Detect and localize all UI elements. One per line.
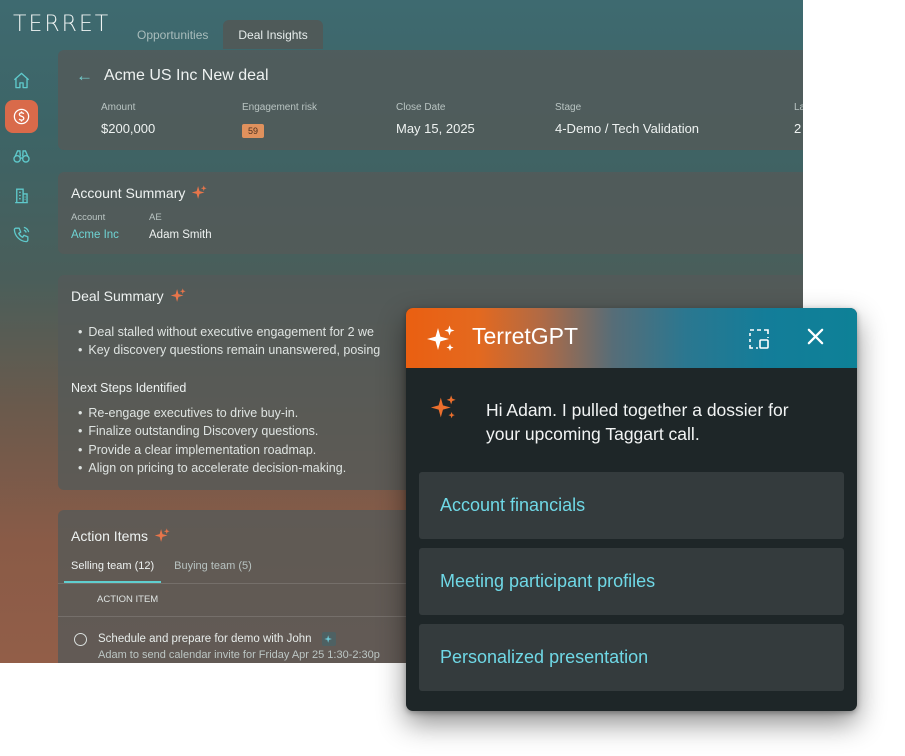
column-header-action-item: ACTION ITEM — [97, 594, 159, 605]
close-icon[interactable] — [806, 327, 825, 346]
deal-header-card: ← Acme US Inc New deal Amount $200,000 E… — [58, 50, 803, 150]
action-items-title: Action Items — [71, 527, 171, 544]
assistant-message: Hi Adam. I pulled together a dossier for… — [486, 400, 789, 444]
account-summary-title: Account Summary — [71, 184, 208, 201]
tab-opportunities[interactable]: Opportunities — [122, 20, 223, 49]
phone-icon — [13, 226, 30, 243]
list-item: Align on pricing to accelerate decision-… — [78, 459, 346, 477]
ai-sparkle-icon — [191, 184, 208, 201]
deal-summary-list: Deal stalled without executive engagemen… — [78, 323, 380, 360]
list-item: Deal stalled without executive engagemen… — [78, 323, 380, 341]
task-subtitle: Adam to send calendar invite for Friday … — [98, 649, 380, 661]
option-account-financials[interactable]: Account financials — [419, 472, 844, 539]
terretgpt-title: TerretGPT — [472, 323, 579, 349]
ai-tag-icon — [321, 632, 336, 646]
top-tabs: Opportunities Deal Insights — [122, 20, 323, 49]
option-participant-profiles[interactable]: Meeting participant profiles — [419, 548, 844, 615]
next-steps-title: Next Steps Identified — [71, 381, 187, 395]
risk-badge: 59 — [242, 124, 265, 138]
ai-sparkle-icon — [170, 287, 187, 304]
field-last: La 2 — [794, 102, 803, 136]
home-icon — [13, 72, 30, 89]
ai-sparkle-icon — [154, 527, 171, 544]
list-item: Key discovery questions remain unanswere… — [78, 341, 380, 359]
dollar-icon — [13, 108, 30, 125]
field-close-date: Close Date May 15, 2025 — [396, 102, 475, 136]
terretgpt-panel: TerretGPT Hi Adam. I pulled together a d… — [406, 308, 857, 711]
action-items-tabs: Selling team (12) Buying team (5) — [64, 550, 265, 583]
list-item: Re-engage executives to drive buy-in. — [78, 404, 346, 422]
sidebar-item-home[interactable] — [5, 64, 38, 97]
assistant-sparkle-icon — [430, 395, 456, 419]
sparkle-logo-icon — [427, 325, 455, 351]
ae-label: AE — [149, 212, 162, 223]
task-title: Schedule and prepare for demo with John — [98, 633, 312, 646]
sidebar-item-deals[interactable] — [5, 100, 38, 133]
deal-title: Acme US Inc New deal — [104, 67, 269, 84]
expand-icon[interactable] — [748, 328, 770, 350]
tab-selling-team[interactable]: Selling team (12) — [64, 550, 162, 583]
sidebar-item-calls[interactable] — [5, 218, 38, 251]
binoculars-icon — [13, 150, 30, 163]
app-logo: TERRET — [13, 12, 111, 37]
table-row: Schedule and prepare for demo with John … — [74, 632, 380, 661]
next-steps-list: Re-engage executives to drive buy-in. Fi… — [78, 404, 346, 477]
list-item: Finalize outstanding Discovery questions… — [78, 422, 346, 440]
list-item: Provide a clear implementation roadmap. — [78, 441, 346, 459]
tab-deal-insights[interactable]: Deal Insights — [223, 20, 323, 49]
account-label: Account — [71, 212, 106, 223]
field-engagement-risk: Engagement risk 59 — [242, 102, 318, 138]
building-icon — [15, 188, 28, 204]
account-link[interactable]: Acme Inc — [71, 229, 119, 241]
account-summary-card: Account Summary Account Acme Inc AE Adam… — [58, 172, 803, 254]
back-arrow-icon[interactable]: ← — [76, 66, 93, 86]
ae-value: Adam Smith — [149, 229, 212, 241]
sidebar-item-accounts[interactable] — [5, 179, 38, 212]
option-personalized-presentation[interactable]: Personalized presentation — [419, 624, 844, 691]
task-checkbox[interactable] — [74, 633, 87, 646]
field-stage: Stage 4-Demo / Tech Validation — [555, 102, 700, 136]
tab-buying-team[interactable]: Buying team (5) — [167, 550, 259, 583]
field-amount: Amount $200,000 — [101, 102, 156, 136]
deal-summary-title: Deal Summary — [71, 287, 187, 304]
sidebar-item-insights[interactable] — [5, 140, 38, 173]
terretgpt-header: TerretGPT — [406, 308, 857, 368]
